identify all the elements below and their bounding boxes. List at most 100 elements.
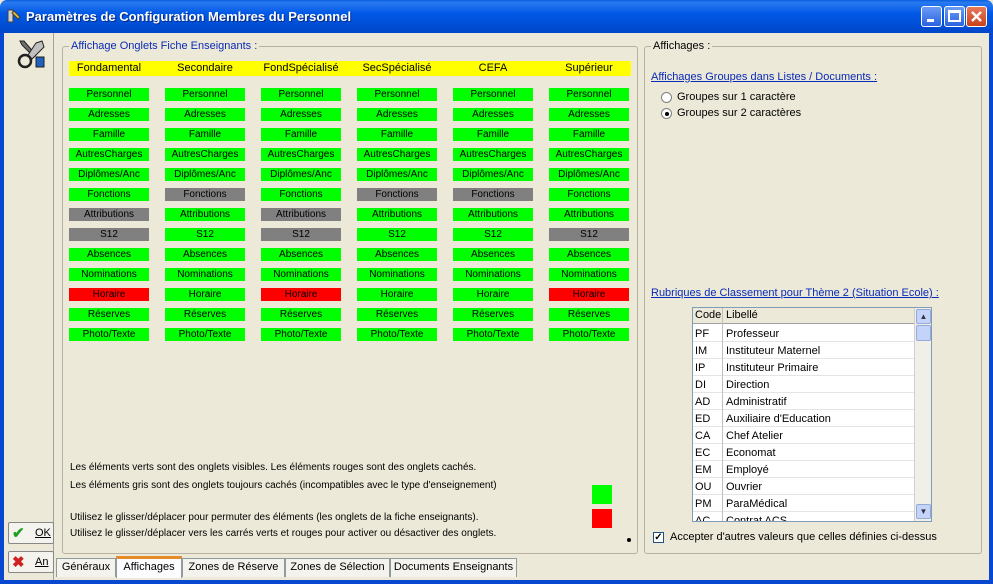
tab-toggle-item[interactable]: Horaire	[357, 288, 437, 301]
tab-toggle-item[interactable]: S12	[357, 228, 437, 241]
tab-zones-de-reserve[interactable]: Zones de Réserve	[182, 558, 285, 577]
tab-toggle-item[interactable]: Famille	[549, 128, 629, 141]
tab-generaux[interactable]: Généraux	[56, 558, 116, 577]
maximize-button[interactable]	[944, 6, 965, 27]
tab-toggle-item[interactable]: Adresses	[165, 108, 245, 121]
tab-toggle-item[interactable]: Horaire	[165, 288, 245, 301]
tab-toggle-item[interactable]: Nominations	[453, 268, 533, 281]
tab-toggle-item[interactable]: AutresCharges	[357, 148, 437, 161]
tab-toggle-item[interactable]: Diplômes/Anc	[261, 168, 341, 181]
rubriques-list[interactable]: Code Libellé PF Professeur IM Instituteur M…	[692, 307, 932, 522]
tab-toggle-item[interactable]: Absences	[357, 248, 437, 261]
tab-toggle-item[interactable]: Réserves	[261, 308, 341, 321]
tab-toggle-item[interactable]: Adresses	[549, 108, 629, 121]
tab-toggle-item[interactable]: Photo/Texte	[357, 328, 437, 341]
list-item[interactable]: IP Instituteur Primaire	[693, 359, 915, 376]
tab-toggle-item[interactable]: AutresCharges	[549, 148, 629, 161]
tab-toggle-item[interactable]: Fonctions	[261, 188, 341, 201]
tab-toggle-item[interactable]: Photo/Texte	[549, 328, 629, 341]
scroll-thumb[interactable]	[916, 325, 931, 341]
tab-toggle-item[interactable]: Horaire	[549, 288, 629, 301]
tab-zones-de-selection[interactable]: Zones de Sélection	[285, 558, 390, 577]
tab-toggle-item[interactable]: Horaire	[261, 288, 341, 301]
tab-toggle-item[interactable]: Famille	[69, 128, 149, 141]
list-item[interactable]: EC Economat	[693, 444, 915, 461]
tab-toggle-item[interactable]: Absences	[165, 248, 245, 261]
tab-toggle-item[interactable]: Diplômes/Anc	[453, 168, 533, 181]
tab-toggle-item[interactable]: S12	[453, 228, 533, 241]
tab-documents-enseignants[interactable]: Documents Enseignants	[390, 558, 517, 577]
tab-toggle-item[interactable]: Personnel	[261, 88, 341, 101]
tab-toggle-item[interactable]: Personnel	[357, 88, 437, 101]
tab-toggle-item[interactable]: Famille	[357, 128, 437, 141]
tab-toggle-item[interactable]: Absences	[261, 248, 341, 261]
tab-toggle-item[interactable]: Personnel	[453, 88, 533, 101]
tab-toggle-item[interactable]: Horaire	[453, 288, 533, 301]
tab-toggle-item[interactable]: Fonctions	[69, 188, 149, 201]
tab-toggle-item[interactable]: Réserves	[357, 308, 437, 321]
list-item[interactable]: PF Professeur	[693, 325, 915, 342]
tab-toggle-item[interactable]: Horaire	[69, 288, 149, 301]
tab-toggle-item[interactable]: Absences	[453, 248, 533, 261]
tab-toggle-item[interactable]: Fonctions	[165, 188, 245, 201]
tab-toggle-item[interactable]: Diplômes/Anc	[69, 168, 149, 181]
ok-button[interactable]: ✔ OK	[8, 522, 54, 544]
vertical-scrollbar[interactable]: ▲ ▼	[914, 308, 931, 521]
tab-toggle-item[interactable]: Adresses	[453, 108, 533, 121]
list-item[interactable]: IM Instituteur Maternel	[693, 342, 915, 359]
tab-toggle-item[interactable]: Attributions	[261, 208, 341, 221]
tab-toggle-item[interactable]: Photo/Texte	[453, 328, 533, 341]
minimize-button[interactable]	[921, 6, 942, 27]
list-item[interactable]: AC Contrat ACS	[693, 512, 915, 521]
close-button[interactable]	[966, 6, 987, 27]
tab-toggle-item[interactable]: AutresCharges	[165, 148, 245, 161]
tab-toggle-item[interactable]: Nominations	[357, 268, 437, 281]
tab-toggle-item[interactable]: Nominations	[69, 268, 149, 281]
tab-toggle-item[interactable]: S12	[69, 228, 149, 241]
tab-toggle-item[interactable]: Réserves	[69, 308, 149, 321]
column-header-libelle[interactable]: Libellé	[726, 309, 758, 321]
tab-toggle-item[interactable]: Nominations	[165, 268, 245, 281]
show-drop-square[interactable]	[592, 485, 612, 504]
hide-drop-square[interactable]	[592, 509, 612, 528]
tab-toggle-item[interactable]: Attributions	[357, 208, 437, 221]
tab-toggle-item[interactable]: Personnel	[69, 88, 149, 101]
accept-values-checkbox[interactable]: ✓	[653, 532, 664, 543]
tab-toggle-item[interactable]: Adresses	[261, 108, 341, 121]
tab-toggle-item[interactable]: AutresCharges	[261, 148, 341, 161]
tab-toggle-item[interactable]: Attributions	[165, 208, 245, 221]
tab-toggle-item[interactable]: Famille	[165, 128, 245, 141]
tab-toggle-item[interactable]: Attributions	[453, 208, 533, 221]
tab-toggle-item[interactable]: Personnel	[549, 88, 629, 101]
tab-toggle-item[interactable]: Absences	[549, 248, 629, 261]
tab-toggle-item[interactable]: Nominations	[261, 268, 341, 281]
tab-toggle-item[interactable]: Photo/Texte	[261, 328, 341, 341]
tab-toggle-item[interactable]: Adresses	[357, 108, 437, 121]
tab-toggle-item[interactable]: AutresCharges	[453, 148, 533, 161]
scroll-down-icon[interactable]: ▼	[916, 504, 931, 519]
cancel-button[interactable]: ✖ An	[8, 551, 54, 573]
tab-toggle-item[interactable]: Attributions	[69, 208, 149, 221]
tab-toggle-item[interactable]: Adresses	[69, 108, 149, 121]
tab-toggle-item[interactable]: Réserves	[165, 308, 245, 321]
column-header-code[interactable]: Code	[695, 309, 721, 321]
radio-button-selected[interactable]	[661, 108, 672, 119]
list-item[interactable]: PM ParaMédical	[693, 495, 915, 512]
tab-toggle-item[interactable]: Photo/Texte	[165, 328, 245, 341]
scroll-up-icon[interactable]: ▲	[916, 309, 931, 324]
tab-toggle-item[interactable]: Attributions	[549, 208, 629, 221]
tab-toggle-item[interactable]: Nominations	[549, 268, 629, 281]
tab-toggle-item[interactable]: Réserves	[453, 308, 533, 321]
tab-toggle-item[interactable]: AutresCharges	[69, 148, 149, 161]
tab-toggle-item[interactable]: Diplômes/Anc	[357, 168, 437, 181]
tab-affichages[interactable]: Affichages	[116, 556, 182, 578]
tab-toggle-item[interactable]: S12	[261, 228, 341, 241]
list-item[interactable]: OU Ouvrier	[693, 478, 915, 495]
list-item[interactable]: DI Direction	[693, 376, 915, 393]
list-item[interactable]: ED Auxiliaire d'Education	[693, 410, 915, 427]
list-item[interactable]: CA Chef Atelier	[693, 427, 915, 444]
tab-toggle-item[interactable]: Fonctions	[453, 188, 533, 201]
tab-toggle-item[interactable]: Diplômes/Anc	[165, 168, 245, 181]
tab-toggle-item[interactable]: S12	[165, 228, 245, 241]
radio-button[interactable]	[661, 92, 672, 103]
